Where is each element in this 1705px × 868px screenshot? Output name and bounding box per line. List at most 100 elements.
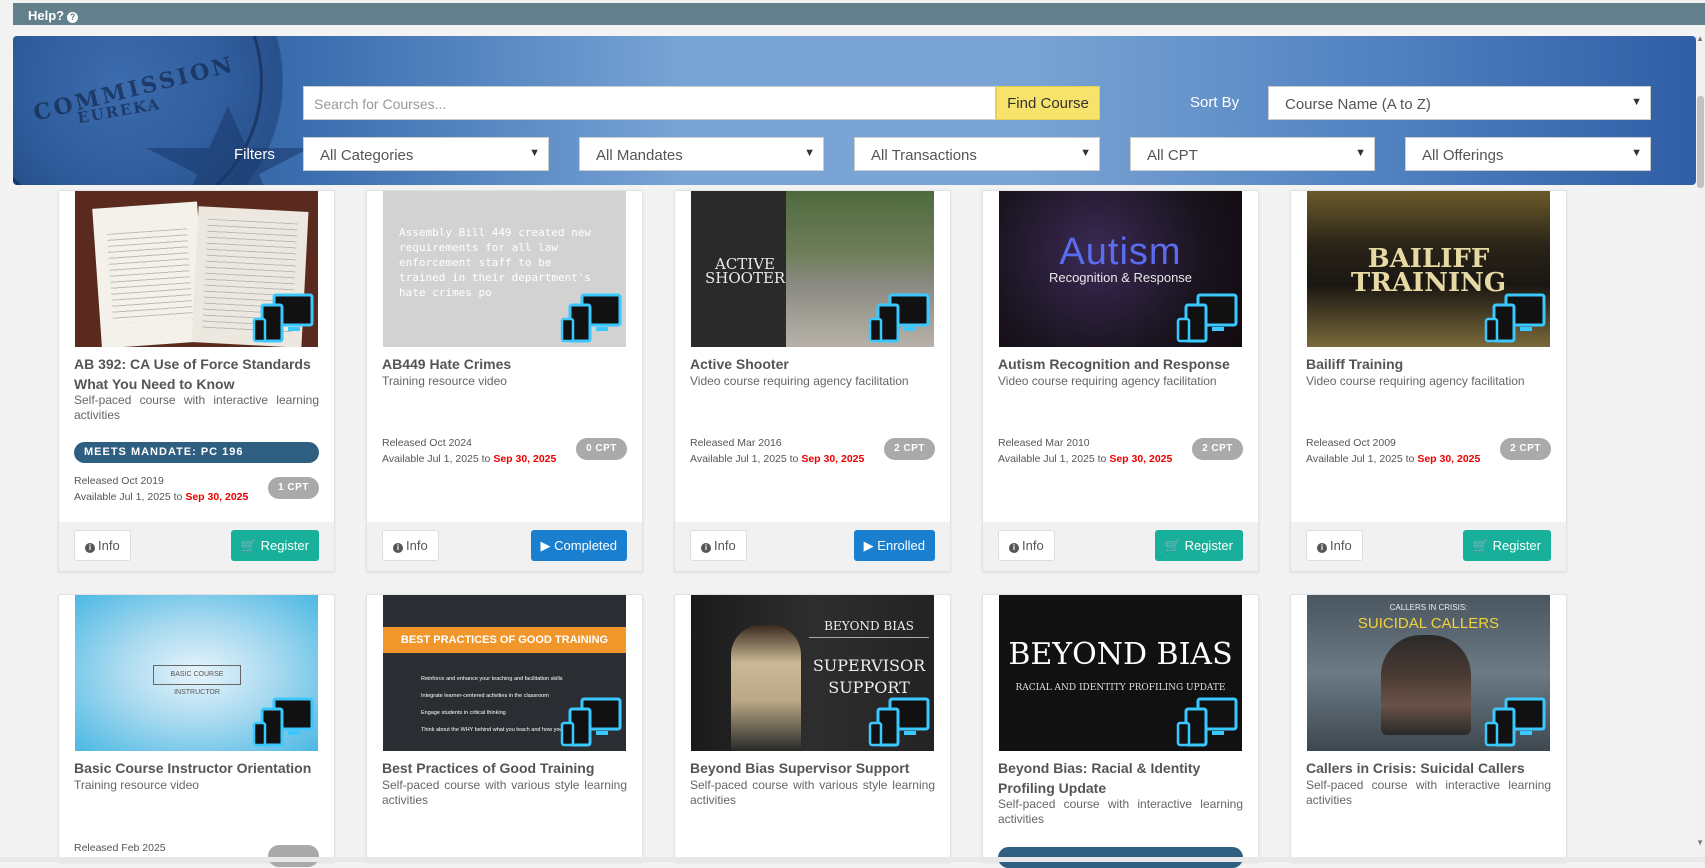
released-date: Released Feb 2025 bbox=[74, 842, 166, 854]
scroll-up-arrow-icon[interactable]: ▲ bbox=[1696, 34, 1704, 43]
chevron-down-icon: ▼ bbox=[804, 147, 815, 159]
info-button[interactable]: iInfo bbox=[690, 530, 747, 561]
course-description: Self-paced course with interactive learn… bbox=[998, 797, 1243, 827]
info-button-label: Info bbox=[1022, 538, 1044, 553]
thumbnail-caption: BEYOND BIAS bbox=[999, 637, 1242, 672]
course-description: Video course requiring agency facilitati… bbox=[690, 374, 935, 389]
course-title[interactable]: Best Practices of Good Training bbox=[382, 758, 632, 778]
course-description: Self-paced course with interactive learn… bbox=[74, 393, 319, 423]
info-button[interactable]: iInfo bbox=[998, 530, 1055, 561]
multi-device-icon bbox=[252, 697, 316, 749]
cpt-badge: 0 CPT bbox=[576, 438, 627, 460]
help-link[interactable]: Help?? bbox=[28, 8, 78, 23]
thumbnail-caption: Assembly Bill 449 created new requiremen… bbox=[399, 225, 599, 300]
course-title[interactable]: Callers in Crisis: Suicidal Callers bbox=[1306, 758, 1556, 778]
availability: Available Jul 1, 2025 to Sep 30, 2025 bbox=[1306, 453, 1480, 465]
completed-button[interactable]: ▶ Completed bbox=[531, 530, 628, 561]
course-card: AB 392: CA Use of Force Standards What Y… bbox=[58, 190, 335, 572]
categories-select[interactable]: All Categories▼ bbox=[303, 137, 549, 171]
course-thumbnail[interactable]: Autism Recognition & Response bbox=[999, 191, 1242, 347]
course-thumbnail[interactable]: BEYOND BIAS SUPERVISORSUPPORT bbox=[691, 595, 934, 751]
course-thumbnail[interactable]: ACTIVE SHOOTER bbox=[691, 191, 934, 347]
course-title[interactable]: Basic Course Instructor Orientation bbox=[74, 758, 324, 778]
multi-device-icon bbox=[560, 697, 624, 749]
cpt-badge bbox=[268, 845, 319, 867]
play-circle-icon: ▶ bbox=[541, 538, 551, 553]
bottom-edge bbox=[0, 857, 1705, 862]
multi-device-icon bbox=[1176, 697, 1240, 749]
course-thumbnail[interactable]: BEYOND BIAS RACIAL AND IDENTITY PROFILIN… bbox=[999, 595, 1242, 751]
page-scrollbar[interactable]: ▲ ▼ bbox=[1696, 36, 1705, 862]
availability-prefix: Available Jul 1, 2025 to bbox=[1306, 453, 1414, 465]
availability-prefix: Available Jul 1, 2025 to bbox=[998, 453, 1106, 465]
thumbnail-bullet: Reinforce and enhance your teaching and … bbox=[421, 671, 621, 688]
multi-device-icon bbox=[1484, 293, 1548, 345]
course-description: Video course requiring agency facilitati… bbox=[998, 374, 1243, 389]
availability-end-date: Sep 30, 2025 bbox=[801, 453, 864, 465]
thumbnail-caption: SUICIDAL CALLERS bbox=[1307, 615, 1550, 632]
play-circle-icon: ▶ bbox=[864, 538, 874, 553]
availability-prefix: Available Jul 1, 2025 to bbox=[74, 491, 182, 503]
search-input[interactable]: Search for Courses... bbox=[303, 86, 996, 120]
scroll-down-arrow-icon[interactable]: ▼ bbox=[1696, 838, 1704, 847]
scrollbar-thumb[interactable] bbox=[1697, 96, 1704, 188]
course-title[interactable]: Autism Recognition and Response bbox=[998, 354, 1248, 374]
course-title[interactable]: Active Shooter bbox=[690, 354, 940, 374]
thumbnail-caption: BASIC COURSE INSTRUCTOR bbox=[153, 665, 241, 685]
offerings-select[interactable]: All Offerings▼ bbox=[1405, 137, 1651, 171]
course-thumbnail[interactable]: Assembly Bill 449 created new requiremen… bbox=[383, 191, 626, 347]
multi-device-icon bbox=[560, 293, 624, 345]
info-circle-icon: i bbox=[1317, 543, 1327, 553]
thumbnail-subcaption-line2: SUPPORT bbox=[828, 678, 910, 697]
transactions-select[interactable]: All Transactions▼ bbox=[854, 137, 1100, 171]
info-circle-icon: i bbox=[701, 543, 711, 553]
course-thumbnail[interactable]: CALLERS IN CRISIS: SUICIDAL CALLERS bbox=[1307, 595, 1550, 751]
find-course-button[interactable]: Find Course bbox=[996, 86, 1100, 120]
released-date: Released Oct 2024 bbox=[382, 437, 472, 449]
course-description: Training resource video bbox=[74, 778, 319, 793]
availability: Available Jul 1, 2025 to Sep 30, 2025 bbox=[382, 453, 556, 465]
course-card: BEYOND BIAS RACIAL AND IDENTITY PROFILIN… bbox=[982, 594, 1259, 862]
multi-device-icon bbox=[868, 697, 932, 749]
cpt-select[interactable]: All CPT▼ bbox=[1130, 137, 1375, 171]
register-button[interactable]: 🛒 Register bbox=[1463, 530, 1551, 561]
info-button[interactable]: iInfo bbox=[382, 530, 439, 561]
thumbnail-caption: BEST PRACTICES OF GOOD TRAINING bbox=[383, 627, 626, 653]
person-photo-graphic bbox=[1381, 635, 1471, 735]
course-thumbnail[interactable]: BASIC COURSE INSTRUCTOR bbox=[75, 595, 318, 751]
thumbnail-subcaption: RACIAL AND IDENTITY PROFILING UPDATE bbox=[999, 683, 1242, 693]
course-title[interactable]: AB 392: CA Use of Force Standards What Y… bbox=[74, 354, 324, 394]
released-date: Released Mar 2016 bbox=[690, 437, 782, 449]
availability-prefix: Available Jul 1, 2025 to bbox=[382, 453, 490, 465]
course-thumbnail[interactable] bbox=[75, 191, 318, 347]
mandate-badge: MEETS MANDATE: PC 196 bbox=[74, 442, 319, 463]
sort-select[interactable]: Course Name (A to Z)▼ bbox=[1268, 86, 1651, 120]
course-card: Autism Recognition & Response Autism Rec… bbox=[982, 190, 1259, 572]
cart-icon: 🛒 bbox=[241, 538, 257, 553]
info-button[interactable]: iInfo bbox=[74, 530, 131, 561]
course-card: BASIC COURSE INSTRUCTOR Basic Course Ins… bbox=[58, 594, 335, 862]
thumbnail-subcaption: SUPERVISOR SUPPORT bbox=[809, 655, 929, 699]
enrolled-button[interactable]: ▶ Enrolled bbox=[854, 530, 935, 561]
chevron-down-icon: ▼ bbox=[1631, 147, 1642, 159]
cpt-badge: 2 CPT bbox=[1500, 438, 1551, 460]
document-text-lines bbox=[107, 228, 193, 323]
register-button[interactable]: 🛒 Register bbox=[1155, 530, 1243, 561]
course-thumbnail[interactable]: BAILIFFTRAINING bbox=[1307, 191, 1550, 347]
info-button-label: Info bbox=[714, 538, 736, 553]
register-button-label: Register bbox=[261, 538, 309, 553]
register-button[interactable]: 🛒 Register bbox=[231, 530, 319, 561]
mandates-select[interactable]: All Mandates▼ bbox=[579, 137, 824, 171]
released-date: Released Mar 2010 bbox=[998, 437, 1090, 449]
course-title[interactable]: Beyond Bias Supervisor Support bbox=[690, 758, 940, 778]
released-date: Released Oct 2009 bbox=[1306, 437, 1396, 449]
card-footer: iInfo 🛒 Register bbox=[1291, 522, 1566, 571]
course-thumbnail[interactable]: BEST PRACTICES OF GOOD TRAINING Reinforc… bbox=[383, 595, 626, 751]
course-title[interactable]: AB449 Hate Crimes bbox=[382, 354, 632, 374]
course-description: Self-paced course with various style lea… bbox=[382, 778, 627, 808]
course-title[interactable]: Beyond Bias: Racial & Identity Profiling… bbox=[998, 758, 1248, 798]
course-title[interactable]: Bailiff Training bbox=[1306, 354, 1556, 374]
info-button[interactable]: iInfo bbox=[1306, 530, 1363, 561]
info-circle-icon: i bbox=[85, 543, 95, 553]
thumbnail-subcaption-line1: SUPERVISOR bbox=[813, 656, 925, 675]
